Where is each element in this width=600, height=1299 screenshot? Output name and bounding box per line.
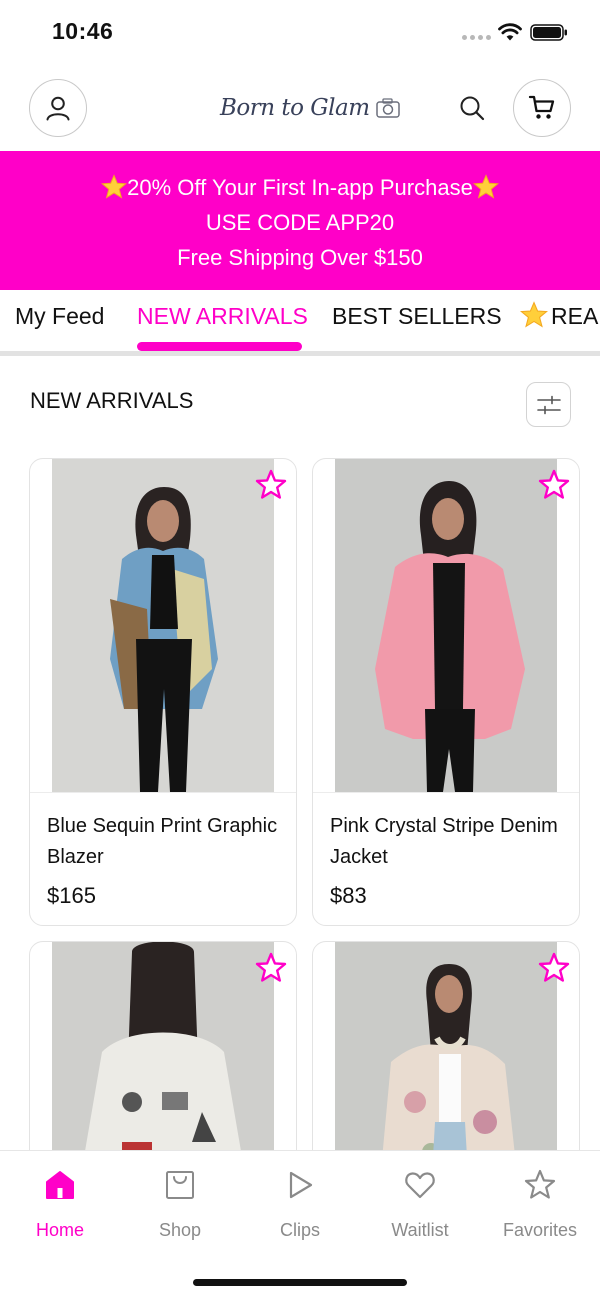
bottom-tab-bar: Home Shop Clips Waitlist Favorites — [0, 1150, 600, 1299]
status-time: 10:46 — [52, 18, 114, 44]
wifi-icon — [498, 23, 522, 41]
camera-icon — [375, 98, 400, 118]
heart-icon — [405, 1172, 435, 1199]
home-icon — [46, 1171, 74, 1199]
star-icon — [524, 1169, 556, 1199]
favorite-star-icon[interactable] — [254, 951, 288, 985]
cart-button[interactable] — [513, 79, 571, 137]
app-header: Born to Glam — [0, 64, 600, 152]
play-icon — [289, 1171, 313, 1199]
nav-waitlist-label: Waitlist — [391, 1220, 449, 1240]
product-card[interactable]: Blue Sequin Print Graphic Blazer $165 — [29, 458, 297, 926]
product-image[interactable] — [52, 459, 274, 792]
nav-shop[interactable]: Shop — [120, 1168, 240, 1241]
star-emoji-icon — [101, 174, 128, 199]
favorite-star-icon[interactable] — [537, 951, 571, 985]
filter-sliders-icon — [536, 395, 561, 414]
status-bar: 10:46 — [0, 0, 600, 64]
search-icon[interactable] — [458, 94, 486, 122]
product-photo — [52, 459, 274, 792]
tab-read-label: READ — [551, 303, 600, 329]
nav-clips-label: Clips — [279, 1220, 320, 1240]
favorite-star-icon[interactable] — [537, 468, 571, 502]
battery-icon — [530, 24, 567, 41]
promo-line-discount: 20% Off Your First In-app Purchase — [0, 170, 600, 205]
signal-icon — [462, 35, 491, 41]
account-button[interactable] — [29, 79, 87, 137]
brand-name: Born to Glam — [220, 95, 370, 121]
product-image[interactable] — [335, 459, 557, 792]
nav-favorites[interactable]: Favorites — [480, 1168, 600, 1241]
product-price: $83 — [330, 883, 367, 908]
account-icon — [46, 96, 70, 121]
active-tab-indicator — [137, 342, 302, 351]
section-title: NEW ARRIVALS — [30, 388, 194, 413]
product-name: Blue Sequin Print Graphic Blazer — [47, 815, 278, 868]
tab-my-feed[interactable]: My Feed — [15, 290, 104, 350]
card-divider — [30, 792, 296, 793]
promo-code-text: USE CODE APP20 — [205, 210, 395, 235]
category-tabs: My Feed NEW ARRIVALS BEST SELLERS READ — [0, 290, 600, 356]
star-emoji-icon — [472, 174, 499, 199]
favorite-star-icon[interactable] — [254, 468, 288, 502]
product-price: $165 — [47, 883, 96, 908]
nav-shop-label: Shop — [158, 1220, 202, 1240]
product-card[interactable]: Pink Crystal Stripe Denim Jacket $83 — [312, 458, 580, 926]
nav-waitlist[interactable]: Waitlist — [360, 1168, 480, 1241]
product-name: Pink Crystal Stripe Denim Jacket — [330, 815, 558, 868]
tab-new-arrivals[interactable]: NEW ARRIVALS — [137, 290, 308, 350]
nav-clips[interactable]: Clips — [240, 1168, 360, 1241]
filter-button[interactable] — [526, 382, 571, 427]
promo-discount-text: 20% Off Your First In-app Purchase — [127, 175, 473, 200]
nav-home-label: Home — [35, 1220, 84, 1240]
star-emoji-icon — [520, 301, 548, 328]
nav-home[interactable]: Home — [0, 1168, 120, 1241]
tab-best-sellers[interactable]: BEST SELLERS — [332, 290, 502, 350]
card-divider — [313, 792, 579, 793]
tab-read[interactable]: READ — [520, 290, 600, 350]
cart-icon — [528, 95, 555, 119]
brand-logo[interactable]: Born to Glam — [220, 88, 400, 128]
home-indicator[interactable] — [193, 1279, 407, 1286]
product-photo — [335, 459, 557, 792]
promo-banner[interactable]: 20% Off Your First In-app Purchase USE C… — [0, 151, 600, 290]
promo-shipping-text: Free Shipping Over $150 — [177, 245, 423, 270]
shopping-bag-icon — [166, 1171, 194, 1199]
nav-favorites-label: Favorites — [502, 1220, 578, 1240]
